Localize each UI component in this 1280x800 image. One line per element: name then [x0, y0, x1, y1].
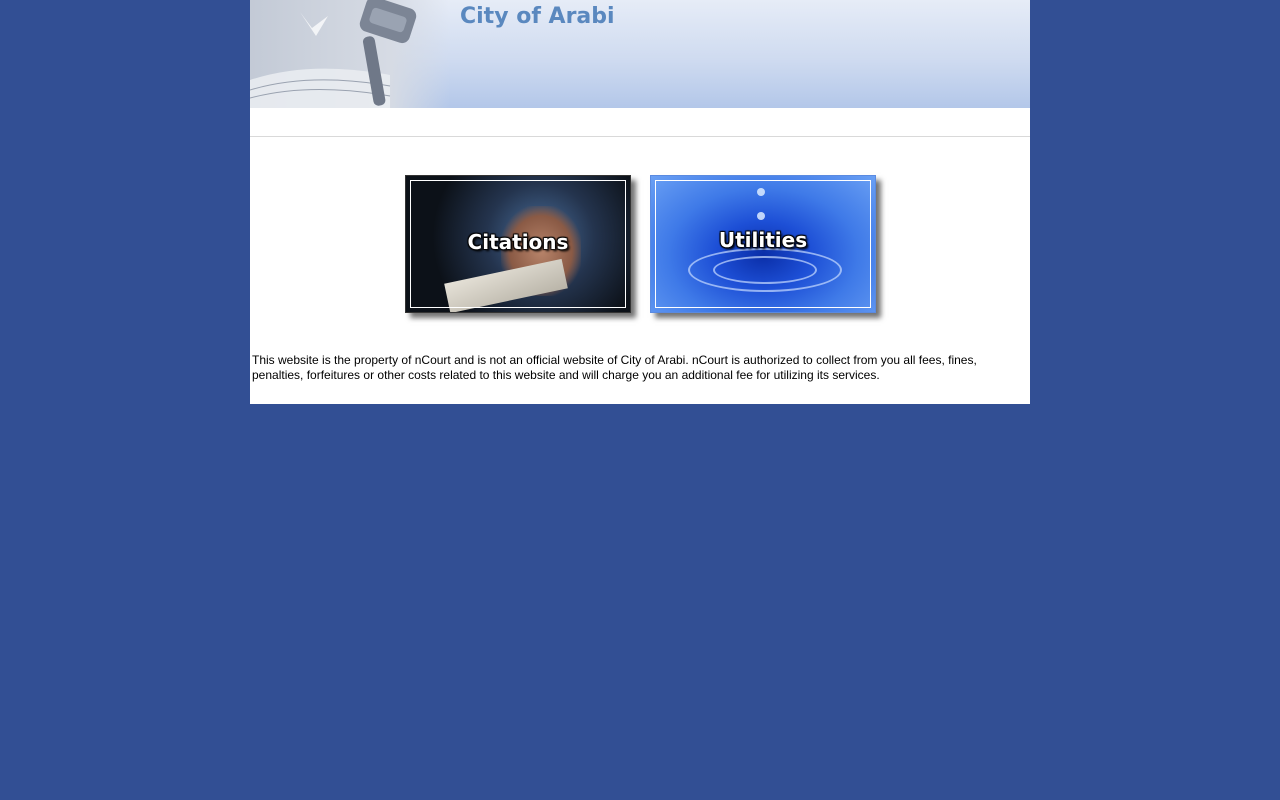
- site-title: City of Arabi: [460, 4, 615, 29]
- citations-label: Citations: [467, 230, 569, 254]
- utilities-label: Utilities: [718, 228, 808, 252]
- page-container: City of Arabi Citations Utilities This w…: [250, 0, 1030, 404]
- utilities-tile[interactable]: Utilities: [650, 175, 876, 313]
- citations-tile[interactable]: Citations: [405, 175, 631, 313]
- nav-strip: [250, 108, 1030, 137]
- gavel-illustration: [250, 0, 417, 108]
- site-header: City of Arabi: [250, 0, 1030, 108]
- gavel-icon: [250, 0, 450, 108]
- disclaimer-text: This website is the property of nCourt a…: [252, 353, 977, 382]
